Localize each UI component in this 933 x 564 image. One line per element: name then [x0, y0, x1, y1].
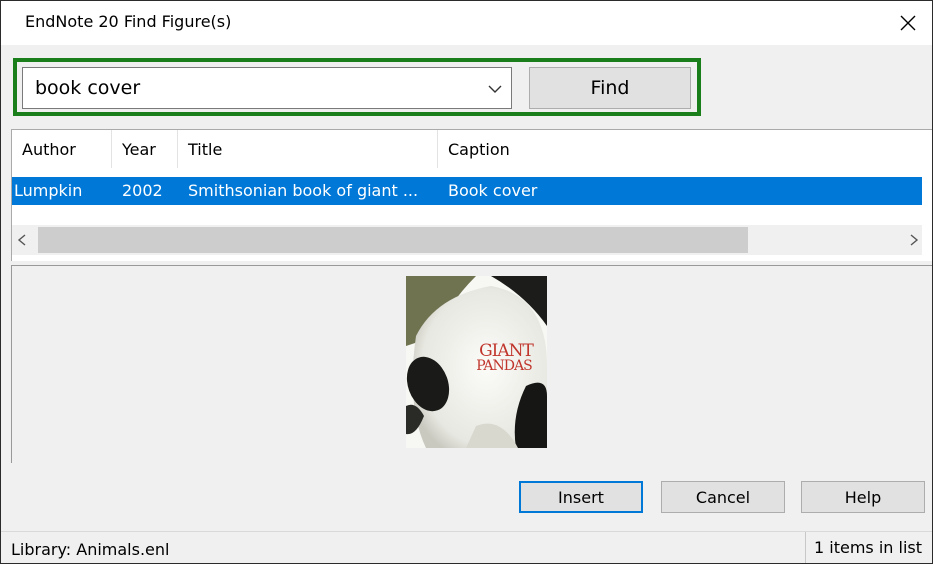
cancel-button[interactable]: Cancel — [661, 481, 785, 513]
cell-title: Smithsonian book of giant ... — [188, 181, 419, 200]
insert-button[interactable]: Insert — [519, 481, 643, 513]
column-header-year[interactable]: Year — [112, 130, 178, 168]
window-title: EndNote 20 Find Figure(s) — [25, 12, 232, 31]
horizontal-scrollbar[interactable] — [12, 225, 922, 255]
cell-author: Lumpkin — [14, 181, 83, 200]
status-item-count: 1 items in list — [804, 532, 922, 563]
scrollbar-thumb[interactable] — [38, 227, 748, 253]
chevron-right-icon[interactable] — [908, 233, 920, 247]
cell-caption: Book cover — [448, 181, 538, 200]
search-combobox[interactable]: book cover — [22, 67, 512, 109]
cell-year: 2002 — [122, 181, 163, 200]
figure-preview-image: GIANT PANDAS — [406, 276, 547, 448]
search-input[interactable]: book cover — [35, 77, 140, 99]
close-button[interactable] — [890, 7, 926, 39]
cover-title-line2: PANDAS — [476, 358, 532, 374]
chevron-down-icon[interactable] — [487, 82, 503, 96]
title-bar: EndNote 20 Find Figure(s) — [1, 1, 932, 45]
column-header-author[interactable]: Author — [12, 130, 112, 168]
help-button[interactable]: Help — [801, 481, 925, 513]
find-button[interactable]: Find — [529, 67, 691, 109]
find-figures-dialog: EndNote 20 Find Figure(s) book cover Fin… — [0, 0, 933, 564]
status-library: Library: Animals.enl — [11, 540, 170, 559]
status-bar: Library: Animals.enl 1 items in list — [1, 532, 932, 563]
figure-preview-pane: GIANT PANDAS — [11, 265, 932, 463]
table-row[interactable]: Lumpkin 2002 Smithsonian book of giant .… — [12, 177, 922, 205]
column-header-title[interactable]: Title — [178, 130, 438, 168]
search-bar: book cover Find — [1, 45, 932, 125]
chevron-left-icon[interactable] — [16, 233, 28, 247]
close-icon — [900, 15, 916, 31]
column-header-caption[interactable]: Caption — [438, 130, 932, 168]
results-list[interactable]: Author Year Title Caption Lumpkin 2002 S… — [11, 129, 932, 261]
